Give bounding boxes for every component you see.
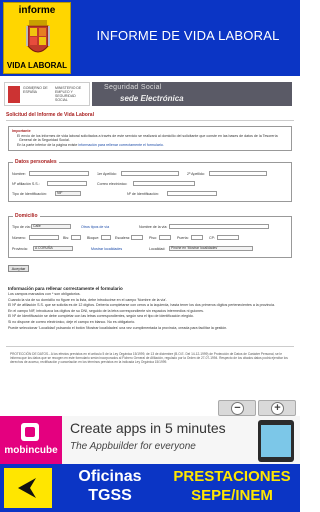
nombre-input[interactable] [29, 171, 89, 176]
ministry-text-b: MINISTERIO DE EMPLEO Y SEGURIDAD SOCIAL [55, 86, 82, 102]
page-title: INFORME DE VIDA LABORAL [96, 28, 280, 43]
cp-input[interactable] [217, 235, 239, 240]
tipo-via-label: Tipo de vía: [12, 225, 31, 229]
ministry-text-a: GOBIERNO DE ESPAÑA [23, 86, 48, 94]
sede-name-b: sede Electrónica [120, 94, 184, 103]
data-protection-notice: PROTECCIÓN DE DATOS.- A los efectos prev… [10, 352, 288, 365]
apellido1-label: 1er Apellido: [97, 172, 117, 176]
otros-tipos-link[interactable]: Otros tipos de vía [81, 225, 109, 229]
back-button[interactable] [4, 468, 52, 508]
divider [6, 120, 294, 121]
num-id-label: Nº de Identificación: [127, 192, 159, 196]
important-line-2: General de la Seguridad Social. [19, 138, 70, 142]
important-line-3: En la parte inferior de la página existe… [17, 143, 164, 147]
logo-bottom-text: VIDA LABORAL [6, 61, 68, 70]
web-view[interactable]: GOBIERNO DE ESPAÑA MINISTERIO DE EMPLEO … [0, 76, 300, 416]
nombre-via-label: Nombre de la vía: [139, 225, 168, 229]
nombre-via-input[interactable] [169, 224, 269, 229]
help-item: Puede seleccionar 'Localidad' pulsando e… [8, 325, 228, 330]
tipo-id-label: Tipo de Identificación: [12, 192, 47, 196]
bottom-nav: Oficinas TGSS PRESTACIONES SEPE/INEM [0, 464, 300, 512]
escalera-input[interactable] [131, 235, 143, 240]
coat-of-arms-icon [26, 20, 50, 53]
ministry-logo: GOBIERNO DE ESPAÑA MINISTERIO DE EMPLEO … [4, 82, 90, 106]
puerta-input[interactable] [191, 235, 203, 240]
numero-label: Número: [12, 236, 26, 240]
tipo-via-select[interactable]: Calle [31, 224, 71, 229]
help-item: El Nº de afiliación S.S. que se solicita… [8, 303, 275, 308]
bis-input[interactable] [71, 235, 81, 240]
ministry-shield-icon [8, 86, 20, 103]
important-line-3-text: En la parte inferior de la página existe [17, 143, 78, 147]
form-heading: Solicitud del Informe de Vida Laboral [6, 112, 94, 118]
mostrar-localidades-link[interactable]: Mostrar localidades [91, 247, 122, 251]
apellido1-input[interactable] [121, 171, 179, 176]
naf-label: Nº afiliación S.S.: [12, 182, 40, 186]
escalera-label: Escalera: [115, 236, 130, 240]
personal-data-title: Datos personales [13, 159, 59, 165]
provincia-select[interactable]: A CORUÑA [33, 246, 73, 251]
cube-icon [21, 423, 39, 441]
localidad-select[interactable]: Pinche en 'Mostrar localidades' [169, 246, 253, 251]
zoom-out-button[interactable]: − [218, 400, 256, 416]
ad-headline: Create apps in 5 minutes [70, 420, 226, 436]
form-help-link[interactable]: información para rellenar correctamente … [78, 143, 164, 147]
important-title: Importante [12, 129, 31, 133]
zoom-in-button[interactable]: + [258, 400, 296, 416]
email-input[interactable] [133, 181, 195, 186]
ad-subline: The Appbuilder for everyone [70, 441, 196, 452]
address-title: Domicilio [13, 213, 40, 219]
oficinas-label-b: TGSS [88, 487, 132, 504]
bloque-label: Bloque: [87, 236, 100, 240]
provincia-label: Provincia: [12, 247, 28, 251]
accept-button[interactable]: Aceptar [8, 265, 29, 272]
oficinas-label-a: Oficinas [78, 468, 142, 485]
form-help-title: Información para rellenar correctamente … [8, 286, 123, 291]
localidad-label: Localidad: [149, 247, 166, 251]
tipo-id-select[interactable]: NIF [55, 191, 81, 196]
apellido2-input[interactable] [209, 171, 267, 176]
sede-banner[interactable]: Seguridad Social sede Electrónica [92, 82, 292, 106]
divider [6, 346, 294, 347]
form-help-section: Información para rellenar correctamente … [8, 286, 293, 331]
ad-brand: mobincube [4, 445, 58, 456]
logo-top-text: informe [18, 5, 56, 16]
phone-image [258, 420, 294, 462]
zoom-controls: − + [218, 400, 298, 416]
prestaciones-label-a: PRESTACIONES [173, 468, 291, 485]
app-logo: informe VIDA LABORAL [3, 2, 71, 74]
prestaciones-label-b: SEPE/INEM [191, 487, 273, 504]
bis-label: Bis: [63, 236, 69, 240]
zoom-in-icon: + [271, 402, 284, 415]
email-label: Correo electrónico: [97, 182, 128, 186]
mobincube-logo: mobincube [0, 416, 62, 464]
site-header: GOBIERNO DE ESPAÑA MINISTERIO DE EMPLEO … [4, 82, 292, 106]
zoom-out-icon: − [231, 402, 244, 415]
puerta-label: Puerta: [177, 236, 189, 240]
important-box: Importante El envío de los informes de v… [8, 126, 292, 151]
app-header: informe VIDA LABORAL INFORME DE VIDA LAB… [0, 0, 300, 76]
nombre-label: Nombre: [12, 172, 26, 176]
personal-data-fieldset: Datos personales Nombre: 1er Apellido: 2… [8, 159, 292, 202]
sede-name-a: Seguridad Social [104, 84, 162, 91]
back-arrow-icon [18, 478, 36, 498]
apellido2-label: 2º Apellido: [187, 172, 205, 176]
piso-input[interactable] [159, 235, 171, 240]
naf-input[interactable] [47, 181, 87, 186]
app-root: informe VIDA LABORAL INFORME DE VIDA LAB… [0, 0, 300, 512]
prestaciones-sepe-button[interactable]: PRESTACIONES SEPE/INEM [166, 467, 298, 505]
address-fieldset: Domicilio Tipo de vía: Calle Otros tipos… [8, 213, 292, 258]
ad-banner[interactable]: mobincube Create apps in 5 minutes The A… [0, 416, 300, 464]
num-id-input[interactable] [167, 191, 217, 196]
bloque-input[interactable] [101, 235, 111, 240]
numero-input[interactable] [29, 235, 59, 240]
piso-label: Piso: [149, 236, 157, 240]
oficinas-tgss-button[interactable]: Oficinas TGSS [60, 467, 160, 505]
cp-label: CP: [209, 236, 215, 240]
